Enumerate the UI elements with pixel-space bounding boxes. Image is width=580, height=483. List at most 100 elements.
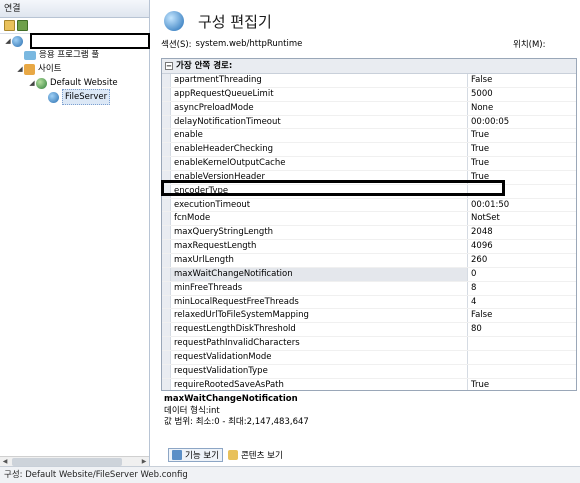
property-value[interactable]: True: [468, 129, 576, 142]
property-value[interactable]: 4096: [468, 240, 576, 253]
description-line-range: 값 범위: 최소:0 - 최대:2,147,483,647: [164, 417, 309, 427]
property-value[interactable]: 260: [468, 254, 576, 267]
property-row[interactable]: apartmentThreading False: [162, 74, 576, 88]
row-gutter: [162, 226, 171, 240]
property-value[interactable]: 5000: [468, 88, 576, 101]
content-view-tab[interactable]: 콘텐츠 보기: [225, 448, 286, 462]
collapse-icon[interactable]: −: [165, 62, 173, 70]
property-name: requestPathInvalidCharacters: [171, 337, 468, 350]
property-name: requireRootedSaveAsPath: [171, 378, 468, 390]
property-value[interactable]: 00:01:50: [468, 199, 576, 212]
property-row[interactable]: maxWaitChangeNotification 0: [162, 267, 576, 282]
property-rows: apartmentThreading False appRequestQueueLi…: [162, 74, 576, 390]
property-value[interactable]: 0: [468, 268, 576, 281]
property-value[interactable]: 2048: [468, 226, 576, 239]
group-header[interactable]: − 가장 안쪽 경로:: [162, 59, 576, 74]
horizontal-scrollbar[interactable]: ◀ ▶: [0, 456, 149, 466]
tree-node[interactable]: 응용 프로그램 풀: [16, 48, 99, 62]
row-gutter: [162, 267, 171, 281]
property-row[interactable]: minFreeThreads 8: [162, 281, 576, 296]
property-value[interactable]: 4: [468, 296, 576, 309]
property-value[interactable]: 80: [468, 323, 576, 336]
property-row[interactable]: enableVersionHeader True: [162, 170, 576, 185]
row-gutter: [162, 337, 171, 350]
tree-expander-icon[interactable]: ◢: [4, 34, 12, 48]
tree-expander-icon[interactable]: ◢: [16, 62, 24, 76]
property-name: maxUrlLength: [171, 253, 468, 267]
property-row[interactable]: requestPathInvalidCharacters: [162, 337, 576, 351]
row-gutter: [162, 309, 171, 323]
property-value[interactable]: True: [468, 379, 576, 390]
property-value[interactable]: None: [468, 102, 576, 115]
property-value[interactable]: [468, 337, 576, 350]
property-value[interactable]: False: [468, 309, 576, 322]
property-row[interactable]: encoderType: [162, 184, 576, 199]
connections-header: 연결: [0, 0, 149, 18]
property-name: enable: [171, 129, 468, 143]
editor-title-bar: 구성 편집기: [164, 8, 272, 34]
tree-node-label: 응용 프로그램 풀: [39, 50, 100, 60]
tree-expander-icon[interactable]: ◢: [28, 76, 36, 90]
property-name: relaxedUrlToFileSystemMapping: [171, 309, 468, 323]
property-row[interactable]: maxUrlLength 260: [162, 253, 576, 268]
property-row[interactable]: maxRequestLength 4096: [162, 240, 576, 254]
property-value[interactable]: [468, 365, 576, 378]
app-pools-icon: [24, 50, 36, 60]
property-row[interactable]: requireRootedSaveAsPath True: [162, 378, 576, 390]
tree-node[interactable]: ◢ Default Website: [28, 76, 118, 90]
connections-panel: 연결 ◢ 응용 프로그램 풀 ◢ 사이트 ◢ Default Website FileSer…: [0, 0, 150, 466]
property-name: executionTimeout: [171, 198, 468, 212]
property-row[interactable]: enable True: [162, 129, 576, 144]
property-value[interactable]: NotSet: [468, 212, 576, 225]
property-name: apartmentThreading: [171, 74, 468, 87]
property-row[interactable]: maxQueryStringLength 2048: [162, 226, 576, 241]
property-row[interactable]: fcnMode NotSet: [162, 212, 576, 227]
section-dropdown[interactable]: system.web/httpRuntime: [196, 39, 496, 49]
property-name: requestValidationMode: [171, 350, 468, 364]
tree-node[interactable]: FileServer: [40, 89, 111, 105]
row-gutter: [162, 157, 171, 170]
location-label[interactable]: 위치(M):: [513, 38, 545, 50]
connect-icon[interactable]: [4, 20, 15, 31]
property-row[interactable]: minLocalRequestFreeThreads 4: [162, 295, 576, 310]
property-value[interactable]: True: [468, 171, 576, 184]
property-value[interactable]: [468, 185, 576, 198]
tree-node[interactable]: ◢ 사이트: [16, 62, 61, 76]
property-row[interactable]: relaxedUrlToFileSystemMapping False: [162, 309, 576, 324]
property-row[interactable]: requestValidationType: [162, 364, 576, 379]
server-icon: [12, 35, 23, 47]
property-value[interactable]: True: [468, 157, 576, 170]
scroll-thumb[interactable]: [12, 458, 122, 466]
property-grid: − 가장 안쪽 경로: apartmentThreading False appRe…: [161, 58, 577, 391]
folder-icon: [48, 91, 59, 103]
save-icon[interactable]: [17, 20, 28, 31]
property-row[interactable]: requestLengthDiskThreshold 80: [162, 323, 576, 338]
row-gutter: [162, 101, 171, 115]
group-header-label: 가장 안쪽 경로:: [176, 60, 233, 71]
configuration-editor-panel: 구성 편집기 섹션(S): system.web/httpRuntime 위치(…: [151, 0, 580, 466]
page-title: 구성 편집기: [198, 12, 272, 31]
row-gutter: [162, 253, 171, 267]
property-row[interactable]: enableKernelOutputCache True: [162, 157, 576, 171]
property-name: appRequestQueueLimit: [171, 87, 468, 101]
property-row[interactable]: enableHeaderChecking True: [162, 143, 576, 158]
property-name: enableKernelOutputCache: [171, 157, 468, 170]
view-tab-label: 기능 보기: [185, 451, 219, 461]
property-value[interactable]: True: [468, 143, 576, 156]
property-row[interactable]: delayNotificationTimeout 00:00:05: [162, 115, 576, 130]
property-row[interactable]: appRequestQueueLimit 5000: [162, 87, 576, 102]
connections-toolbar: [0, 18, 149, 34]
row-gutter: [162, 74, 171, 87]
features-view-icon: [172, 450, 182, 460]
tree-node[interactable]: ◢: [4, 34, 26, 48]
features-view-tab[interactable]: 기능 보기: [168, 448, 223, 462]
property-row[interactable]: requestValidationMode: [162, 350, 576, 365]
property-row[interactable]: executionTimeout 00:01:50: [162, 198, 576, 213]
property-row[interactable]: asyncPreloadMode None: [162, 101, 576, 116]
property-value[interactable]: [468, 351, 576, 364]
property-value[interactable]: 00:00:05: [468, 116, 576, 129]
property-value[interactable]: 8: [468, 282, 576, 295]
property-value[interactable]: False: [468, 74, 576, 87]
property-name: encoderType: [171, 184, 468, 198]
row-gutter: [162, 184, 171, 198]
